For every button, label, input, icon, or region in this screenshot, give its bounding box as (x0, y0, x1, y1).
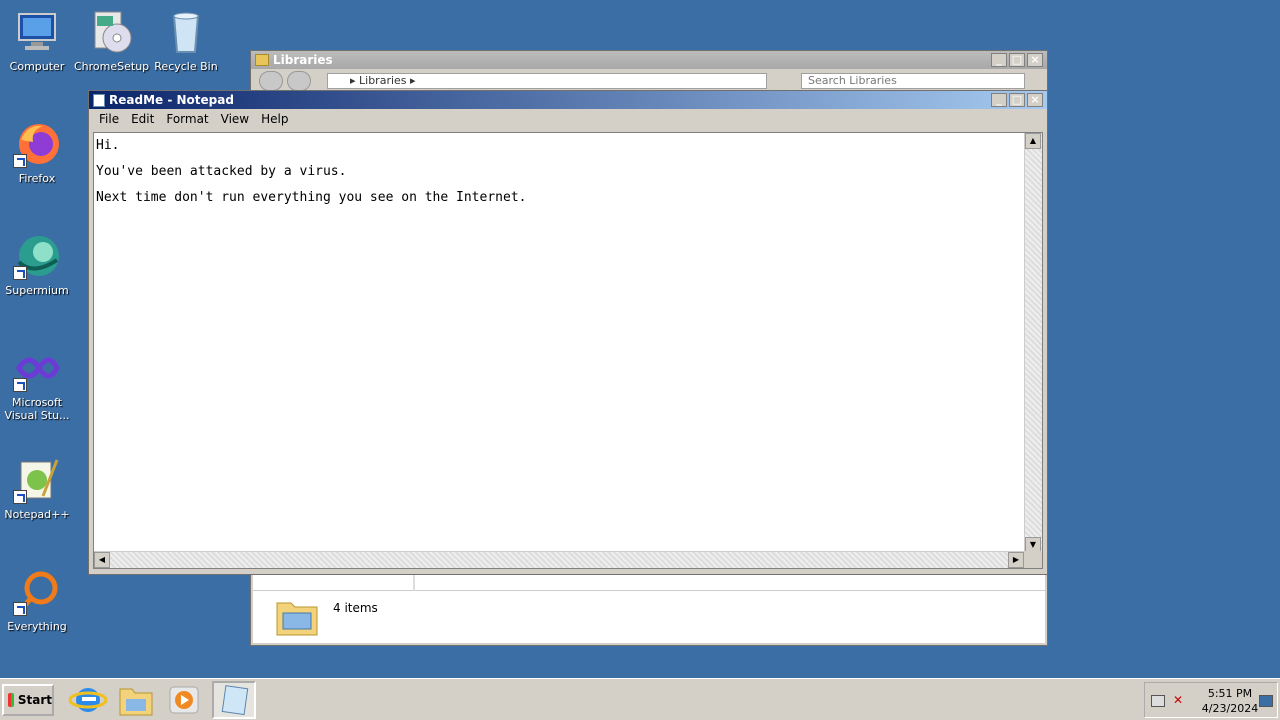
desktop-icon-recycle-bin[interactable]: Recycle Bin (149, 8, 223, 73)
desktop-icon-chromesetup[interactable]: ChromeSetup (74, 8, 150, 73)
details-pane: 4 items (253, 591, 1045, 643)
shortcut-arrow-icon (13, 602, 27, 616)
desktop-icon-label: Computer (9, 60, 65, 73)
details-pane-divider (253, 575, 1045, 591)
clock-date: 4/23/2024 (1201, 702, 1259, 715)
taskbar-windows-explorer[interactable] (114, 681, 158, 719)
notepad-plus-plus-icon (13, 456, 61, 504)
menu-file[interactable]: File (93, 112, 125, 126)
notepad-icon (93, 93, 105, 107)
resize-grip[interactable] (1024, 551, 1042, 568)
minimize-button[interactable]: _ (991, 53, 1007, 67)
network-icon[interactable] (1151, 695, 1165, 707)
taskbar-notepad[interactable] (212, 681, 256, 719)
everything-search-icon (13, 568, 61, 616)
folder-icon (119, 688, 153, 716)
shortcut-arrow-icon (13, 266, 27, 280)
start-button[interactable]: Start (2, 684, 54, 716)
search-input[interactable]: Search Libraries (801, 73, 1025, 89)
back-button[interactable] (259, 71, 283, 91)
close-button[interactable]: × (1027, 93, 1043, 107)
close-button[interactable]: × (1027, 53, 1043, 67)
windows-logo-icon (8, 693, 14, 707)
shortcut-arrow-icon (13, 378, 27, 392)
text-line: Hi. (96, 138, 120, 153)
menu-format[interactable]: Format (160, 112, 214, 126)
taskbar-internet-explorer[interactable] (66, 681, 110, 719)
desktop-icon-everything[interactable]: Everything (0, 568, 74, 633)
internet-explorer-icon (68, 688, 108, 712)
media-player-icon (169, 686, 199, 714)
menu-edit[interactable]: Edit (125, 112, 160, 126)
clock[interactable]: 5:51 PM 4/23/2024 (1195, 686, 1265, 716)
desktop-icon-notepad-plus-plus[interactable]: Notepad++ (0, 456, 74, 521)
notepad-icon (221, 685, 249, 716)
recycle-bin-icon (162, 8, 210, 56)
libraries-title: Libraries (273, 53, 333, 67)
libraries-title-bar[interactable]: Libraries _ □ × (251, 51, 1047, 69)
forward-button[interactable] (287, 71, 311, 91)
vertical-scrollbar[interactable]: ▲ ▼ (1024, 133, 1042, 553)
desktop-icon-visual-studio[interactable]: Microsoft Visual Stu... (0, 344, 74, 422)
menu-help[interactable]: Help (255, 112, 294, 126)
scroll-right-arrow-icon[interactable]: ▶ (1008, 552, 1024, 568)
folder-icon (255, 54, 269, 66)
text-line: Next time don't run everything you see o… (96, 190, 527, 205)
volume-muted-icon[interactable]: ✕ (1173, 693, 1183, 707)
scroll-up-arrow-icon[interactable]: ▲ (1025, 133, 1041, 149)
desktop-icon-label: Firefox (18, 172, 56, 185)
libraries-nav-bar: ▸ Libraries ▸ Search Libraries (251, 69, 1047, 91)
clock-time: 5:51 PM (1207, 687, 1253, 700)
supermium-icon (13, 232, 61, 280)
notepad-title-bar[interactable]: ReadMe - Notepad _ □ × (89, 91, 1047, 109)
desktop-icon-firefox[interactable]: Firefox (0, 120, 74, 185)
notepad-window[interactable]: ReadMe - Notepad _ □ × File Edit Format … (88, 90, 1048, 575)
text-line: You've been attacked by a virus. (96, 164, 347, 179)
desktop-icon-label: Microsoft Visual Stu... (4, 396, 70, 422)
shortcut-arrow-icon (13, 490, 27, 504)
notepad-text-area[interactable]: Hi. You've been attacked by a virus. Next … (93, 132, 1043, 569)
notepad-menu-bar: File Edit Format View Help (89, 109, 1047, 129)
visual-studio-icon (13, 344, 61, 392)
desktop-icon-label: Everything (7, 620, 67, 633)
notepad-content[interactable]: Hi. You've been attacked by a virus. Next … (96, 133, 1024, 553)
installer-cd-icon (87, 8, 135, 56)
desktop-icon-computer[interactable]: Computer (0, 8, 74, 73)
taskbar-media-player[interactable] (162, 681, 206, 719)
minimize-button[interactable]: _ (991, 93, 1007, 107)
libraries-folder-icon (275, 595, 319, 637)
maximize-button[interactable]: □ (1009, 93, 1025, 107)
start-label: Start (17, 693, 52, 707)
taskbar: Start ✕ 5:51 PM 4/23/2024 (0, 678, 1280, 720)
address-bar[interactable]: ▸ Libraries ▸ (327, 73, 767, 89)
scroll-left-arrow-icon[interactable]: ◀ (94, 552, 110, 568)
menu-view[interactable]: View (215, 112, 255, 126)
shortcut-arrow-icon (13, 154, 27, 168)
item-count: 4 items (333, 601, 378, 615)
system-tray: ✕ 5:51 PM 4/23/2024 (1144, 682, 1278, 718)
desktop-icon-label: Supermium (5, 284, 69, 297)
desktop-icon-supermium[interactable]: Supermium (0, 232, 74, 297)
computer-icon (13, 8, 61, 56)
desktop-icon-label: Notepad++ (4, 508, 70, 521)
horizontal-scrollbar[interactable]: ◀ ▶ (94, 551, 1024, 568)
desktop-icon-label: Recycle Bin (154, 60, 218, 73)
firefox-icon (13, 120, 61, 168)
desktop-icon-label: ChromeSetup (74, 60, 150, 73)
maximize-button[interactable]: □ (1009, 53, 1025, 67)
show-desktop-icon[interactable] (1259, 695, 1273, 707)
notepad-title: ReadMe - Notepad (109, 93, 234, 107)
